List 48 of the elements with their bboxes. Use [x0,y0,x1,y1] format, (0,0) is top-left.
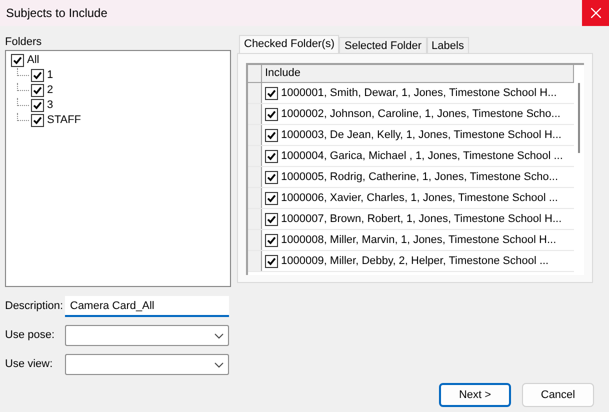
tree-item[interactable]: STAFF [46,112,82,129]
checkbox[interactable] [265,86,278,100]
table-cell-text: 1000003, De Jean, Kelly, 1, Jones, Timestone School H... [281,128,562,143]
tab[interactable]: Checked Folder(s) [239,35,340,53]
table-cell-text: 1000004, Garica, Michael , 1, Jones, Timestone School ... [281,148,563,164]
tab[interactable]: Selected Folder [339,37,427,53]
chevron-down-icon [214,332,224,338]
scrollbar-thumb[interactable] [578,83,580,153]
checkbox[interactable] [31,99,44,112]
field-label: Use pose: [5,328,56,344]
description-field[interactable]: Camera Card_All [65,296,229,317]
column-header[interactable]: Include [262,65,574,82]
table-cell-text: 1000005, Rodrig, Catherine, 1, Jones, Timestone Scho... [281,170,558,185]
checkbox[interactable] [265,254,278,268]
checkbox[interactable] [265,170,278,184]
checkbox[interactable] [265,108,278,120]
tree-item[interactable]: 2 [46,82,54,99]
checkbox[interactable] [31,84,44,97]
close-button[interactable] [582,0,609,26]
tree-item[interactable]: All [26,52,40,69]
view-dropdown[interactable] [65,354,229,375]
checkbox[interactable] [31,114,44,127]
table-cell-text: 1000001, Smith, Dewar, 1, Jones, Timestone School H... [281,86,557,101]
table-cell-text: 1000008, Miller, Marvin, 1, Jones, Timestone School H... [281,232,556,248]
section-label: Folders [5,35,43,50]
dialog-button[interactable]: Next > [439,383,511,407]
checkbox[interactable] [265,150,278,162]
table-cell-text: 1000006, Xavier, Charles, 1, Jones, Timestone School ... [281,190,558,206]
checkbox[interactable] [265,192,278,204]
close-icon [590,8,600,18]
pose-dropdown[interactable] [65,325,229,346]
checkbox[interactable] [265,234,278,246]
field-label: Use view: [5,357,54,372]
checkbox[interactable] [31,69,44,82]
dialog-button[interactable]: Cancel [522,383,594,407]
table-cell-text: 1000007, Brown, Robert, 1, Jones, Timestone School H... [281,212,562,227]
checkbox[interactable] [265,128,278,142]
folder-tree[interactable]: All 1 2 3 STAFF [5,50,231,287]
chevron-down-icon [214,362,224,368]
table-cell-text: 1000002, Johnson, Caroline, 1, Jones, Timestone Scho... [281,106,560,122]
tree-item[interactable]: 1 [46,67,54,84]
field-label: Description: [5,299,64,314]
checkbox[interactable] [11,54,24,67]
tab[interactable]: Labels [426,37,469,53]
window-title: Subjects to Include [6,5,108,22]
tree-item[interactable]: 3 [46,97,54,114]
checkbox[interactable] [265,212,278,226]
table-cell-text: 1000009, Miller, Debby, 2, Helper, Timestone School ... [281,254,549,269]
